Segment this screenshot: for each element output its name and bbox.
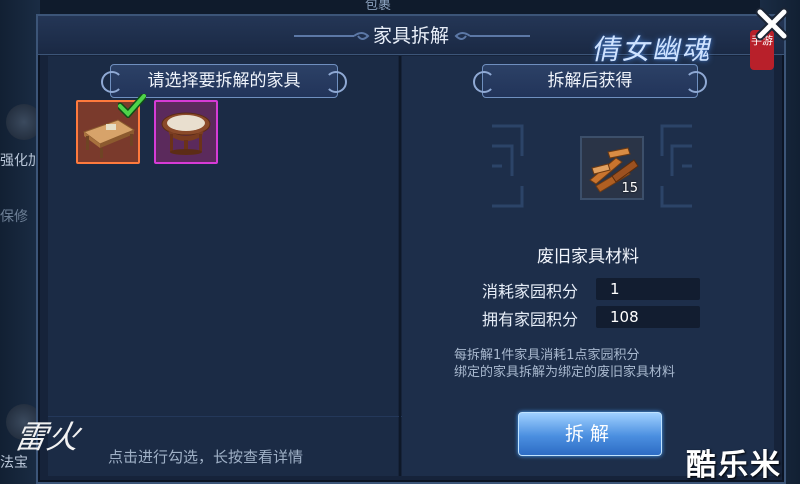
furniture-slot-wooden-table[interactable] — [76, 94, 146, 164]
result-item-count: 15 — [621, 181, 638, 196]
site-watermark: 酷乐米 — [686, 448, 782, 483]
result-item-name: 废旧家具材料 — [537, 247, 639, 267]
game-logo-text: 倩女幽魂 — [590, 33, 718, 66]
result-panel: 拆解后获得 15 废旧家具材料 消耗家园积分 1 拥有家园积分 108 每拆解1… — [402, 56, 774, 476]
title-ornament-right — [454, 32, 530, 40]
background-top-bar: 包裹 — [0, 0, 800, 14]
selected-checkmark-icon — [118, 94, 146, 118]
hint-divider — [48, 416, 408, 417]
owned-points-label: 拥有家园积分 — [482, 310, 579, 329]
bound-note: 绑定的家具拆解为绑定的废旧家具材料 — [454, 365, 676, 380]
selection-hint: 点击进行勾选，长按查看详情 — [108, 448, 304, 466]
disassemble-button[interactable]: 拆解 — [518, 412, 662, 456]
close-icon[interactable] — [752, 4, 792, 44]
furniture-slot-round-table[interactable] — [154, 100, 218, 164]
select-furniture-banner: 请选择要拆解的家具 — [101, 64, 347, 98]
panel-divider — [399, 56, 401, 476]
furniture-disassembly-dialog: 家具拆解 请选择要拆解的家具 点击进行勾选，长按查看详情 拆解后获得 15 废旧… — [36, 7, 789, 484]
cost-points-value: 1 — [596, 278, 700, 300]
background-side-label: 强化加 — [0, 153, 40, 169]
owned-points-value: 108 — [596, 306, 700, 328]
background-tab-label: 包裹 — [365, 0, 392, 13]
cost-points-label: 消耗家园积分 — [482, 282, 579, 301]
result-item-slot[interactable]: 15 — [580, 136, 644, 200]
publisher-logo: 雷火 — [11, 418, 83, 456]
background-side-label: 保修 — [0, 209, 28, 225]
furniture-select-panel: 请选择要拆解的家具 点击进行勾选，长按查看详情 — [48, 56, 408, 476]
round-table-icon — [161, 112, 211, 155]
